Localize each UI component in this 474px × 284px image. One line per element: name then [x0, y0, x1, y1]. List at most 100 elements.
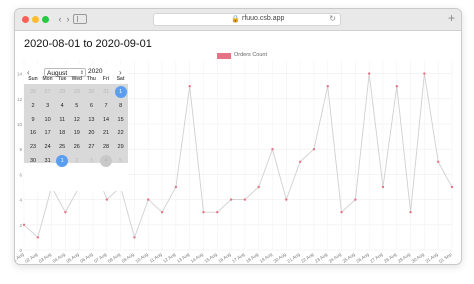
y-tick-label: 10 [17, 122, 23, 127]
calendar-day[interactable]: 31 [100, 86, 112, 98]
calendar-day[interactable]: 3 [42, 100, 54, 112]
data-point [22, 223, 26, 226]
x-tick-label: 14 Aug [190, 251, 205, 263]
calendar-day[interactable]: 25 [56, 141, 68, 153]
data-point [257, 185, 260, 189]
x-tick-label: 07 Aug [93, 251, 108, 263]
year-value[interactable]: 2020 [88, 68, 102, 75]
calendar-day[interactable]: 5 [115, 155, 127, 167]
calendar-day[interactable]: 7 [100, 100, 112, 112]
calendar-day[interactable]: 28 [56, 86, 68, 98]
close-window-button[interactable] [22, 16, 29, 23]
calendar-day-selected[interactable]: 1 [114, 86, 127, 98]
calendar-day[interactable]: 24 [42, 141, 54, 153]
x-tick-label: 19 Aug [259, 251, 274, 263]
calendar-day[interactable]: 20 [85, 127, 97, 139]
calendar-day[interactable]: 22 [115, 127, 127, 139]
data-point [285, 198, 288, 201]
x-tick-label: 16 Aug [217, 251, 232, 263]
weekday-label: Sat [116, 76, 125, 82]
calendar-day[interactable]: 12 [71, 114, 83, 126]
x-tick-label: 03 Aug [38, 251, 53, 263]
x-tick-label: 27 Aug [369, 251, 384, 263]
x-tick-label: 18 Aug [245, 251, 260, 263]
calendar-day[interactable]: 6 [85, 100, 97, 112]
x-tick-label: 01 Sep [438, 251, 453, 264]
sidebar-toggle-icon[interactable] [73, 14, 87, 24]
calendar-day[interactable]: 30 [27, 155, 39, 167]
weekday-label: Wed [71, 76, 83, 82]
data-point [105, 198, 109, 201]
calendar-day[interactable]: 2 [27, 100, 39, 112]
calendar-day[interactable]: 2 [71, 155, 83, 167]
calendar-day[interactable]: 13 [85, 114, 97, 126]
data-point [395, 85, 398, 88]
zoom-window-button[interactable] [42, 16, 49, 23]
x-tick-label: 11 Aug [149, 251, 163, 263]
calendar-day[interactable]: 9 [27, 114, 39, 126]
calendar-day[interactable]: 19 [71, 127, 83, 139]
reload-icon[interactable]: ↻ [329, 14, 336, 23]
lock-icon: 🔒 [231, 16, 240, 23]
calendar-day[interactable]: 4 [100, 155, 112, 167]
x-tick-label: 06 Aug [79, 251, 94, 263]
new-tab-icon[interactable]: + [448, 12, 455, 24]
x-tick-label: 15 Aug [204, 251, 219, 263]
x-tick-label: 02 Aug [24, 251, 39, 263]
calendar-day[interactable]: 15 [115, 114, 127, 126]
calendar-day[interactable]: 14 [100, 114, 112, 126]
y-tick-label: 6 [19, 172, 22, 177]
address-bar[interactable]: 🔒 rfuuo.csb.app ↻ [153, 13, 341, 26]
data-point [147, 198, 150, 201]
calendar-day[interactable]: 8 [115, 100, 127, 112]
data-point [160, 211, 164, 214]
x-tick-label: 30 Aug [411, 251, 426, 263]
y-tick-label: 4 [19, 198, 22, 203]
x-tick-label: 28 Aug [383, 251, 398, 263]
calendar-day[interactable]: 18 [56, 127, 68, 139]
calendar-day[interactable]: 5 [71, 100, 83, 112]
calendar-day[interactable]: 23 [27, 141, 39, 153]
calendar-day[interactable]: 16 [27, 127, 39, 139]
calendar-day[interactable]: 28 [100, 141, 112, 153]
calendar-day[interactable]: 10 [42, 114, 54, 126]
data-point [36, 236, 40, 239]
data-point [174, 185, 178, 189]
x-tick-label: 17 Aug [231, 251, 246, 263]
x-tick-label: 21 Aug [286, 251, 301, 263]
data-point [243, 198, 247, 201]
minimize-window-button[interactable] [32, 16, 39, 23]
data-point [64, 211, 67, 214]
data-point [340, 211, 343, 214]
data-point [381, 185, 385, 189]
calendar-day[interactable]: 26 [27, 86, 39, 98]
data-point [298, 160, 302, 163]
x-tick-label: 04 Aug [52, 251, 67, 263]
browser-toolbar: ‹ › 🔒 rfuuo.csb.app ↻ + [15, 9, 461, 31]
calendar-day[interactable]: 27 [42, 86, 54, 98]
calendar-day[interactable]: 30 [85, 86, 97, 98]
data-point [423, 72, 426, 75]
y-tick-label: 14 [17, 72, 23, 77]
calendar-day[interactable]: 27 [85, 141, 97, 153]
calendar-day[interactable]: 26 [71, 141, 83, 153]
calendar-day[interactable]: 11 [56, 114, 68, 126]
url-text: rfuuo.csb.app [242, 15, 285, 22]
legend-swatch [217, 53, 231, 59]
forward-icon[interactable]: › [63, 14, 73, 24]
data-point [312, 148, 316, 151]
legend-label: Orders Count [234, 52, 268, 58]
calendar-day[interactable]: 17 [42, 127, 54, 139]
data-point [436, 160, 440, 163]
calendar-bottom-row-bg [24, 163, 128, 191]
calendar-day[interactable]: 29 [71, 86, 83, 98]
data-point [367, 72, 371, 75]
calendar-day[interactable]: 31 [42, 155, 54, 167]
x-tick-label: 25 Aug [342, 251, 357, 263]
weekday-label: Mon [42, 76, 53, 82]
calendar-day[interactable]: 29 [115, 141, 127, 153]
calendar-day[interactable]: 21 [100, 127, 112, 139]
data-point [326, 85, 329, 88]
calendar-day[interactable]: 4 [56, 100, 68, 112]
weekday-label: Tue [57, 76, 67, 82]
